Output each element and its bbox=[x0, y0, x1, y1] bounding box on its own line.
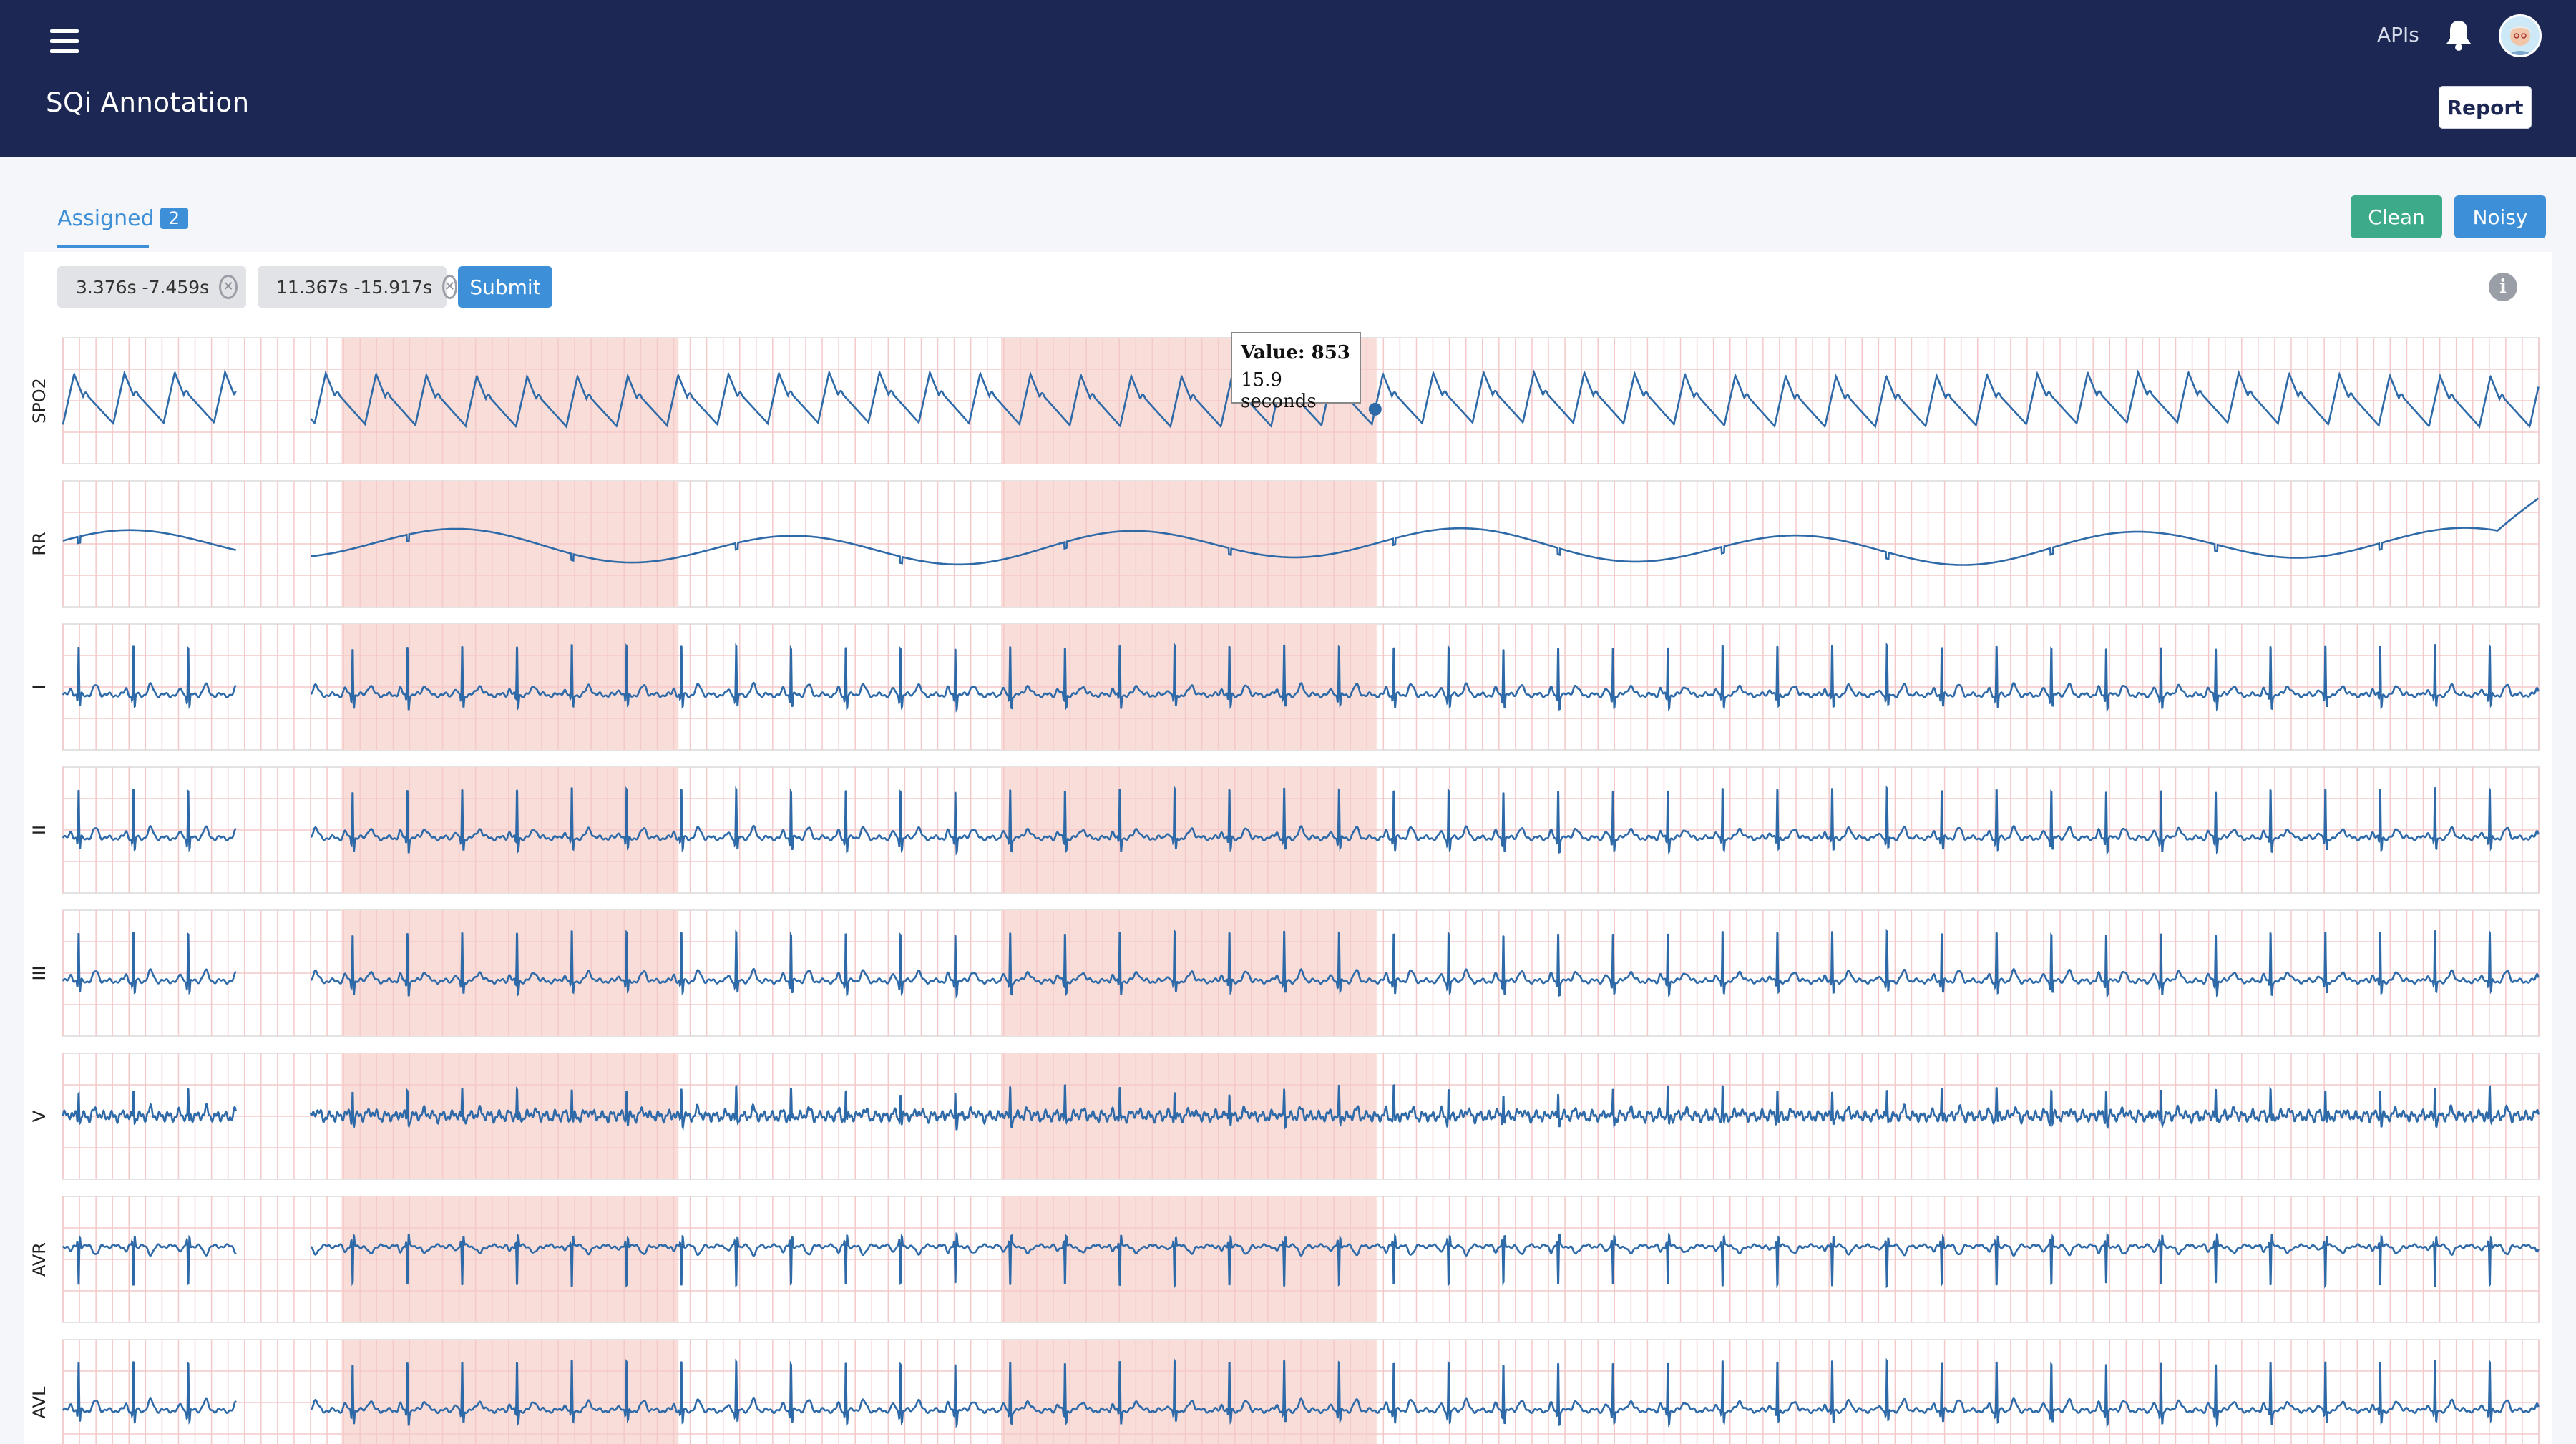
channel-i: I bbox=[29, 623, 2540, 751]
channel-label: III bbox=[29, 965, 49, 980]
channel-label: V bbox=[29, 1110, 49, 1122]
channel-rr: RR bbox=[29, 480, 2540, 608]
tooltip-time: 15.9 seconds bbox=[1241, 369, 1317, 412]
hover-point-marker bbox=[1368, 402, 1382, 416]
channel-label: II bbox=[29, 825, 49, 835]
hover-tooltip: Value: 853 15.9 seconds bbox=[1231, 332, 1361, 412]
channel-avl: AVL bbox=[29, 1339, 2540, 1444]
selected-region bbox=[1000, 1340, 1377, 1444]
channel-v: V bbox=[29, 1053, 2540, 1180]
channel-ii: II bbox=[29, 766, 2540, 894]
channel-label: RR bbox=[29, 532, 49, 555]
channel-label: AVL bbox=[29, 1386, 49, 1418]
channel-label: SPO2 bbox=[29, 378, 49, 424]
channel-label: AVR bbox=[29, 1242, 49, 1277]
tooltip-value: Value: 853 bbox=[1241, 342, 1350, 364]
channel-iii: III bbox=[29, 909, 2540, 1037]
channel-avr: AVR bbox=[29, 1196, 2540, 1323]
channel-label: I bbox=[29, 684, 49, 689]
signal-charts[interactable]: SPO2RRIIIIIIVAVRAVL bbox=[0, 0, 2576, 1444]
